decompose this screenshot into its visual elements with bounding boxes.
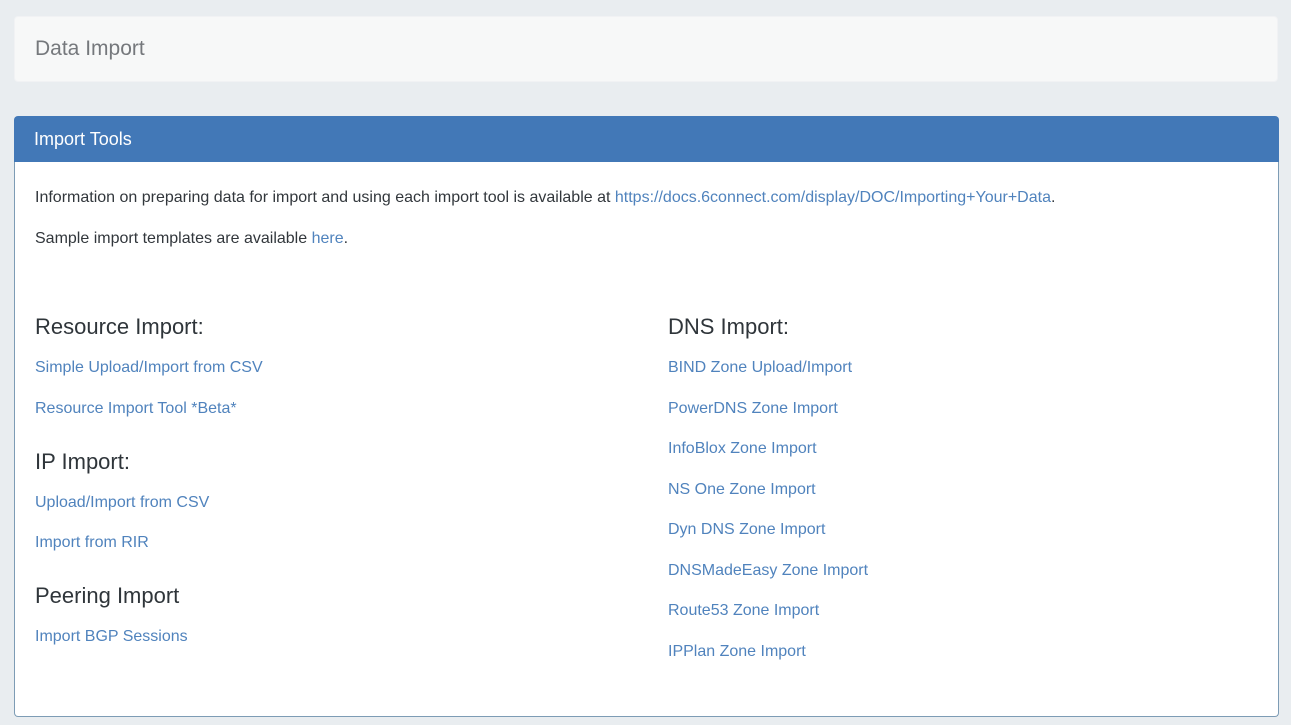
link-import-from-rir[interactable]: Import from RIR — [35, 533, 149, 553]
intro-line-2-prefix: Sample import templates are available — [35, 230, 312, 247]
intro-line-2: Sample import templates are available he… — [35, 227, 1258, 251]
section-heading-dns-import: DNS Import: — [668, 314, 1258, 340]
link-resource-import-tool-beta[interactable]: Resource Import Tool *Beta* — [35, 399, 237, 419]
link-infoblox-zone-import[interactable]: InfoBlox Zone Import — [668, 439, 817, 459]
link-ns-one-zone-import[interactable]: NS One Zone Import — [668, 480, 816, 500]
panel-header-title: Import Tools — [34, 129, 132, 150]
page-title-bar: Data Import — [14, 16, 1278, 82]
intro-line-2-suffix: . — [344, 230, 348, 247]
link-simple-upload-import-from-csv[interactable]: Simple Upload/Import from CSV — [35, 358, 263, 378]
link-dnsmadeeasy-zone-import[interactable]: DNSMadeEasy Zone Import — [668, 561, 868, 581]
import-tools-panel: Import Tools Information on preparing da… — [14, 116, 1279, 717]
intro-line-1: Information on preparing data for import… — [35, 186, 1258, 210]
panel-header: Import Tools — [14, 116, 1279, 162]
link-route53-zone-import[interactable]: Route53 Zone Import — [668, 601, 819, 621]
section-heading-resource-import: Resource Import: — [35, 314, 668, 340]
right-column: DNS Import: BIND Zone Upload/Import PowerD… — [668, 284, 1258, 682]
intro-line-1-suffix: . — [1051, 189, 1055, 206]
import-columns: Resource Import: Simple Upload/Import fro… — [35, 284, 1258, 682]
link-dyn-dns-zone-import[interactable]: Dyn DNS Zone Import — [668, 520, 825, 540]
link-import-bgp-sessions[interactable]: Import BGP Sessions — [35, 627, 188, 647]
intro-line-1-prefix: Information on preparing data for import… — [35, 189, 615, 206]
page-title: Data Import — [35, 37, 145, 61]
link-upload-import-from-csv[interactable]: Upload/Import from CSV — [35, 493, 209, 513]
panel-body: Information on preparing data for import… — [14, 162, 1279, 717]
link-bind-zone-upload-import[interactable]: BIND Zone Upload/Import — [668, 358, 852, 378]
docs-link[interactable]: https://docs.6connect.com/display/DOC/Im… — [615, 189, 1051, 206]
link-powerdns-zone-import[interactable]: PowerDNS Zone Import — [668, 399, 838, 419]
link-ipplan-zone-import[interactable]: IPPlan Zone Import — [668, 642, 806, 662]
intro-text: Information on preparing data for import… — [35, 186, 1258, 251]
section-heading-ip-import: IP Import: — [35, 449, 668, 475]
section-heading-peering-import: Peering Import — [35, 583, 668, 609]
left-column: Resource Import: Simple Upload/Import fro… — [35, 284, 668, 682]
templates-here-link[interactable]: here — [312, 230, 344, 247]
